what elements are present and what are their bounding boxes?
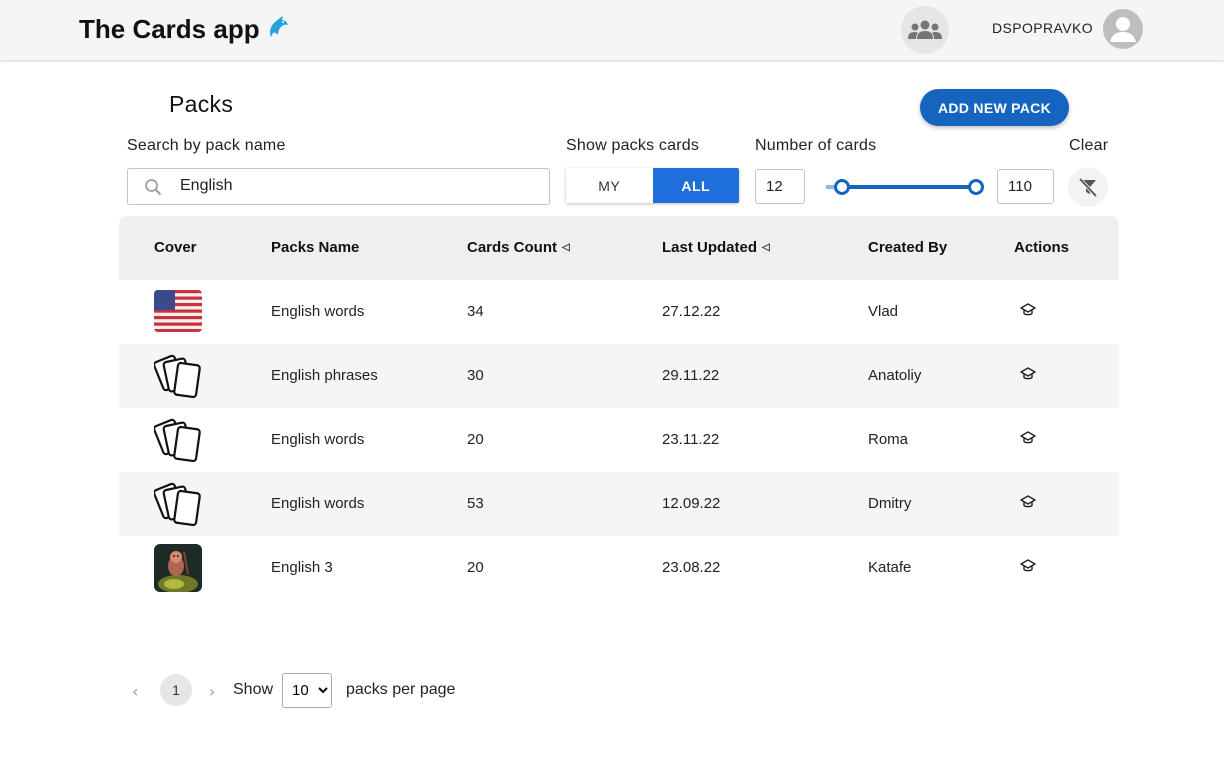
toggle-my-button[interactable]: MY [566,168,653,203]
show-label: Show [233,681,274,698]
packs-table: Cover Packs Name Cards Count ◁ Last Upda… [119,216,1119,600]
character-image [154,544,202,592]
cards-count: 30 [467,367,484,384]
created-by: Vlad [868,303,899,320]
pack-name[interactable]: English words [271,431,364,448]
prev-page-icon[interactable]: ‹ [132,682,138,701]
number-of-cards-label: Number of cards [755,137,877,154]
cards-count: 53 [467,495,484,512]
created-by: Dmitry [868,495,912,512]
cards-icon [154,418,201,463]
cards-count: 20 [467,559,484,576]
search-input[interactable] [180,177,540,195]
min-cards-input[interactable]: 12 [755,169,805,204]
show-packs-label: Show packs cards [566,137,700,154]
created-by: Anatoliy [868,367,922,384]
last-updated: 29.11.22 [662,367,720,384]
clear-filters-button[interactable] [1068,167,1108,207]
filter-off-icon [1078,177,1098,198]
cards-count: 34 [467,303,484,320]
page-button-1[interactable]: 1 [160,674,192,706]
col-actions: Actions [1014,239,1070,256]
table-header: Cover Packs Name Cards Count ◁ Last Upda… [119,216,1119,280]
learn-icon[interactable] [1020,430,1036,446]
page-title: Packs [169,91,234,117]
pack-name[interactable]: English words [271,303,364,320]
dolphin-icon [266,13,290,46]
app-title: The Cards app [79,13,290,46]
search-box[interactable] [127,168,550,205]
pack-name[interactable]: English words [271,495,364,512]
avatar-icon [1110,17,1136,42]
table-row[interactable]: English phrases 30 29.11.22 Anatoliy [119,344,1119,408]
max-cards-input[interactable]: 110 [997,169,1054,204]
user-name[interactable]: DSPOPRAVKO [992,20,1093,36]
last-updated: 23.08.22 [662,559,721,576]
slider-min-thumb[interactable] [834,179,850,195]
col-cards-count[interactable]: Cards Count ◁ [467,239,570,256]
learn-icon[interactable] [1020,494,1036,510]
app-title-text: The Cards app [79,14,260,44]
pack-name[interactable]: English 3 [271,559,333,576]
toggle-all-button[interactable]: ALL [652,168,739,203]
cards-icon [154,354,201,399]
show-packs-toggle: MY ALL [566,168,739,203]
table-row[interactable]: English 3 20 23.08.22 Katafe [119,536,1119,600]
next-page-icon[interactable]: › [209,682,215,701]
col-last-updated-label: Last Updated [662,239,758,256]
learn-icon[interactable] [1020,366,1036,382]
avatar[interactable] [1103,9,1143,49]
learn-icon[interactable] [1020,558,1036,574]
pack-name[interactable]: English phrases [271,367,378,384]
users-icon [908,20,942,39]
per-page-select[interactable]: 10 [282,673,332,708]
table-row[interactable]: English words 34 27.12.22 Vlad [119,280,1119,344]
last-updated: 23.11.22 [662,431,720,448]
col-packs-name: Packs Name [271,239,360,256]
learn-icon[interactable] [1020,302,1036,318]
created-by: Roma [868,431,909,448]
col-created-by: Created By [868,239,948,256]
table-row[interactable]: English words 53 12.09.22 Dmitry [119,472,1119,536]
search-label: Search by pack name [127,137,286,154]
per-page-suffix: packs per page [346,681,456,698]
table-row[interactable]: English words 20 23.11.22 Roma [119,408,1119,472]
cards-icon [154,482,201,527]
search-icon [144,178,162,200]
col-cards-count-label: Cards Count [467,239,557,256]
sort-arrow-icon[interactable]: ◁ [562,242,570,253]
clear-label: Clear [1069,137,1109,154]
cards-count: 20 [467,431,484,448]
col-last-updated[interactable]: Last Updated ◁ [662,239,770,256]
us-flag-image [154,290,202,332]
sort-arrow-icon[interactable]: ◁ [762,242,770,253]
app-header: The Cards app DSPOPRAVKO [0,0,1224,60]
users-button[interactable] [901,6,949,54]
col-cover: Cover [154,239,197,256]
last-updated: 27.12.22 [662,303,721,320]
created-by: Katafe [868,559,912,576]
cards-range-slider[interactable] [826,176,986,198]
slider-max-thumb[interactable] [968,179,984,195]
pagination: ‹ 1 › Show 10 packs per page [125,673,545,708]
add-new-pack-button[interactable]: ADD NEW PACK [920,89,1069,126]
last-updated: 12.09.22 [662,495,721,512]
